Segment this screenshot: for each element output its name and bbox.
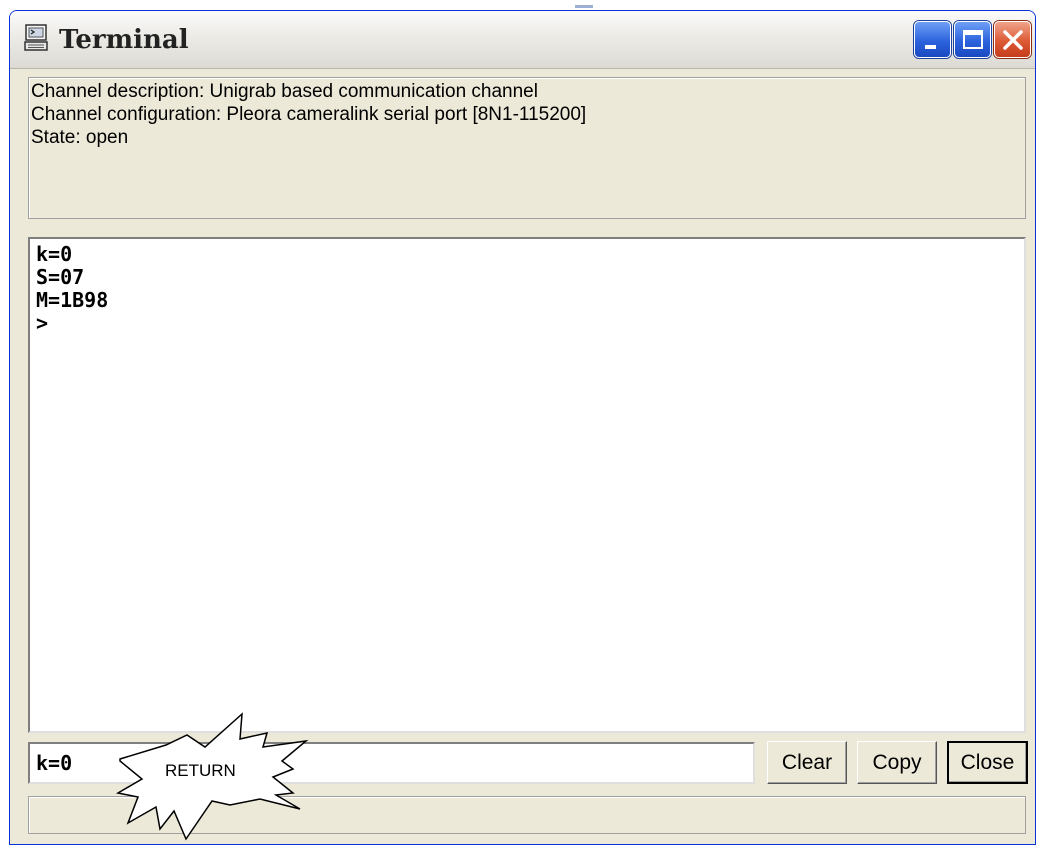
terminal-prompt: > — [36, 311, 49, 335]
window-title: Terminal — [59, 25, 189, 55]
channel-state: State: open — [31, 127, 129, 148]
close-window-button[interactable] — [994, 21, 1031, 58]
terminal-output[interactable]: k=0 S=07 M=1B98 > — [28, 237, 1026, 733]
return-callout-label: RETURN — [165, 761, 236, 780]
channel-info-panel: Channel description: Unigrab based commu… — [28, 77, 1026, 219]
terminal-line: M=1B98 — [36, 288, 109, 312]
top-edge-mark — [575, 5, 593, 8]
copy-button[interactable]: Copy — [857, 741, 937, 784]
channel-configuration: Channel configuration: Pleora cameralink… — [31, 104, 587, 125]
maximize-button[interactable] — [954, 21, 991, 58]
channel-description: Channel description: Unigrab based commu… — [31, 81, 538, 102]
minimize-button[interactable] — [914, 21, 951, 58]
terminal-line: S=07 — [36, 265, 85, 289]
close-button[interactable]: Close — [947, 741, 1028, 784]
title-bar[interactable]: Terminal — [10, 11, 1035, 69]
terminal-window: Terminal Channel description: Unigrab ba… — [9, 10, 1036, 845]
maximize-icon — [963, 30, 983, 49]
terminal-line: k=0 — [36, 242, 73, 266]
close-icon — [1003, 30, 1023, 50]
minimize-icon — [925, 45, 936, 49]
terminal-app-icon[interactable] — [24, 24, 50, 57]
clear-button[interactable]: Clear — [767, 741, 847, 784]
